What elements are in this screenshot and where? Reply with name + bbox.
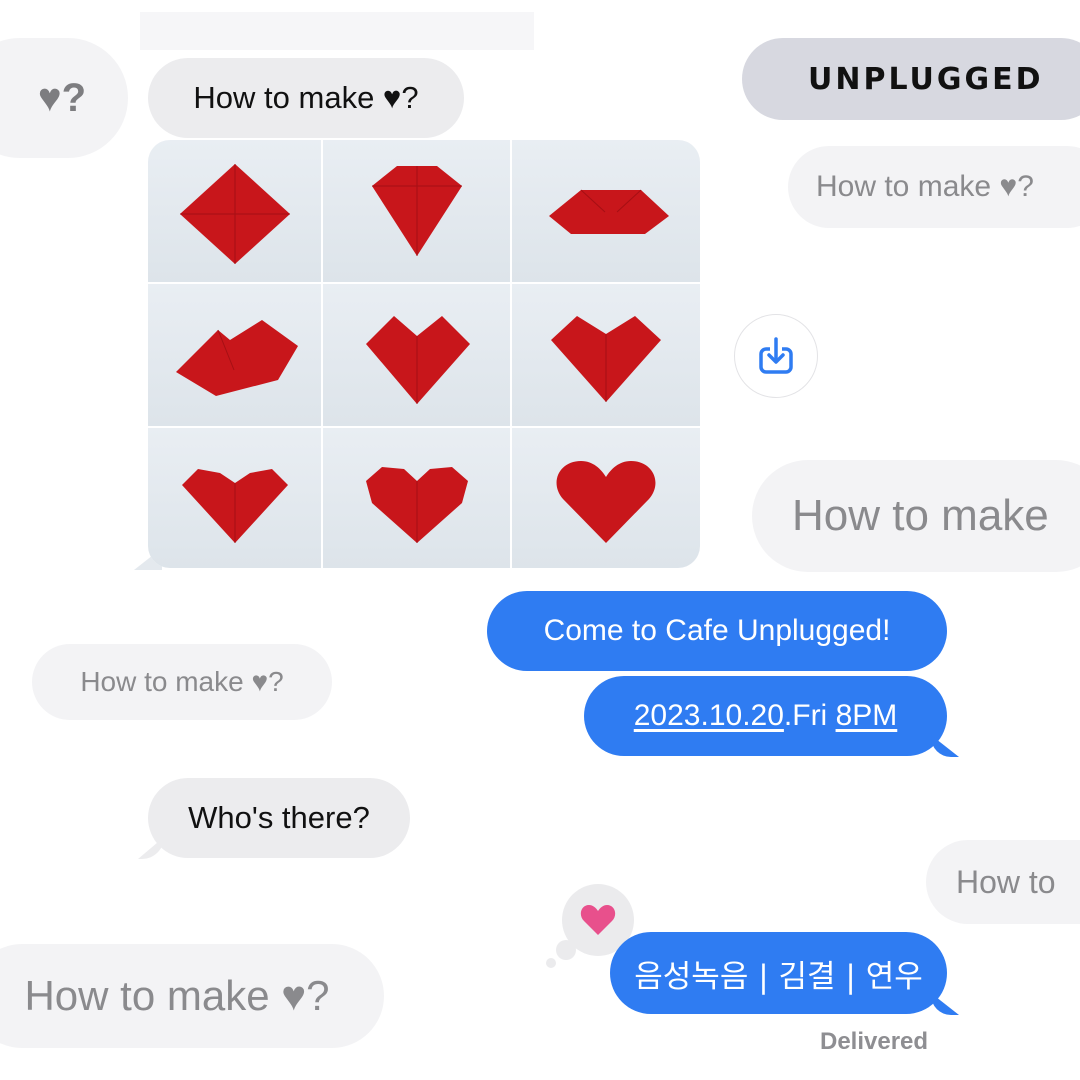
heart-icon [580, 905, 616, 935]
faded-bubble-text: How to make [792, 491, 1049, 540]
origami-step-3 [512, 140, 700, 282]
share-download-button[interactable] [734, 314, 818, 398]
faded-bubble-left-top: ♥? [0, 38, 128, 158]
message-text: 음성녹음 | 김결 | 연우 [634, 958, 923, 995]
faded-bubble-text: How to make ♥? [80, 666, 284, 697]
origami-step-9 [512, 428, 700, 568]
top-faded-strip [140, 12, 534, 50]
reaction-dot-small [546, 958, 556, 968]
origami-step-8 [323, 428, 510, 568]
origami-step-4 [148, 284, 321, 426]
faded-bubble-text: How to make ♥? [24, 972, 330, 1019]
message-text: Who's there? [188, 800, 370, 835]
message-bubble-whos-there[interactable]: Who's there? [148, 778, 410, 858]
event-day-text: .Fri [783, 699, 836, 732]
message-text: Come to Cafe Unplugged! [543, 614, 891, 647]
origami-step-2 [323, 140, 510, 282]
event-date-link[interactable]: 2023.10.20 [634, 699, 784, 733]
faded-bubble-text: How to [956, 863, 1056, 900]
faded-bubble-left-bottom: How to make ♥? [0, 944, 384, 1048]
origami-step-7 [148, 428, 321, 568]
event-time-link[interactable]: 8PM [836, 699, 898, 733]
origami-heart-steps-image[interactable] [148, 140, 700, 568]
origami-step-1 [148, 140, 321, 282]
delivered-status: Delivered [820, 1028, 929, 1055]
message-bubble-event-date[interactable]: 2023.10.20 .Fri 8PM [584, 676, 947, 756]
message-text: How to make ♥? [193, 80, 419, 115]
message-bubble-cafe-invite[interactable]: Come to Cafe Unplugged! [487, 591, 947, 671]
faded-bubble-text: ♥? [37, 75, 86, 120]
faded-bubble-right-mid: How to make [752, 460, 1080, 572]
message-bubble-how-to-make[interactable]: How to make ♥? [148, 58, 464, 138]
share-download-icon [759, 337, 793, 374]
faded-bubble-left-mid: How to make ♥? [32, 644, 332, 720]
brand-label: UNPLUGGED [808, 61, 1044, 97]
brand-pill: UNPLUGGED [742, 38, 1080, 120]
origami-step-5 [323, 284, 510, 426]
faded-bubble-right-top: How to make ♥? [788, 146, 1080, 228]
origami-step-6 [512, 284, 700, 426]
faded-bubble-text: How to make ♥? [816, 170, 1034, 203]
faded-bubble-right-bottom: How to [926, 840, 1080, 924]
message-bubble-credits[interactable]: 음성녹음 | 김결 | 연우 [610, 932, 947, 1014]
